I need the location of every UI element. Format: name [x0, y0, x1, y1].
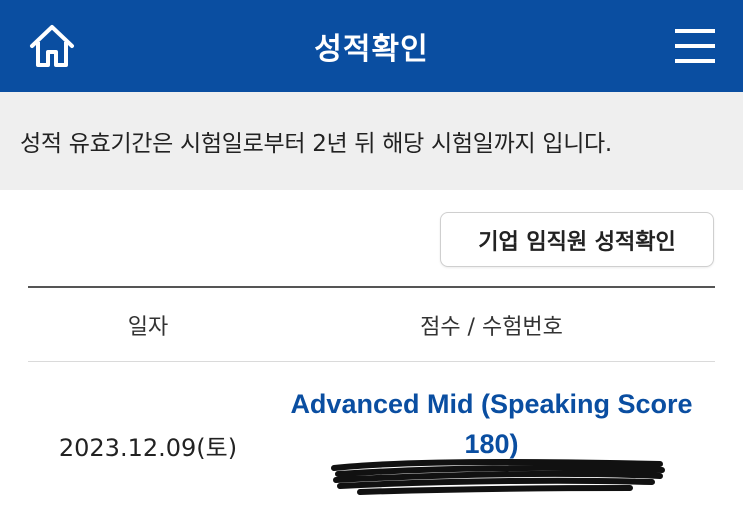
corporate-employee-score-button[interactable]: 기업 임직원 성적확인 [440, 212, 714, 267]
notice-text: 성적 유효기간은 시험일로부터 2년 뒤 해당 시험일까지 입니다. [20, 131, 612, 157]
score-link[interactable]: Advanced Mid (Speaking Score 180) [272, 384, 712, 464]
hamburger-menu-icon [675, 29, 715, 63]
exam-date: 2023.12.09(토) [58, 434, 238, 462]
home-icon [30, 25, 74, 67]
column-header-score: 점수 / 수험번호 [420, 314, 563, 340]
app-header: 성적확인 [0, 0, 743, 92]
score-cell: Advanced Mid (Speaking Score 180) [268, 362, 715, 464]
column-header-date: 일자 [127, 314, 169, 340]
page-title: 성적확인 [314, 32, 429, 67]
redaction-scribble [331, 458, 665, 495]
home-button[interactable] [26, 20, 78, 72]
validity-notice: 성적 유효기간은 시험일로부터 2년 뒤 해당 시험일까지 입니다. [0, 92, 743, 190]
menu-button[interactable] [673, 24, 717, 68]
table-header: 일자 점수 / 수험번호 [28, 288, 715, 362]
